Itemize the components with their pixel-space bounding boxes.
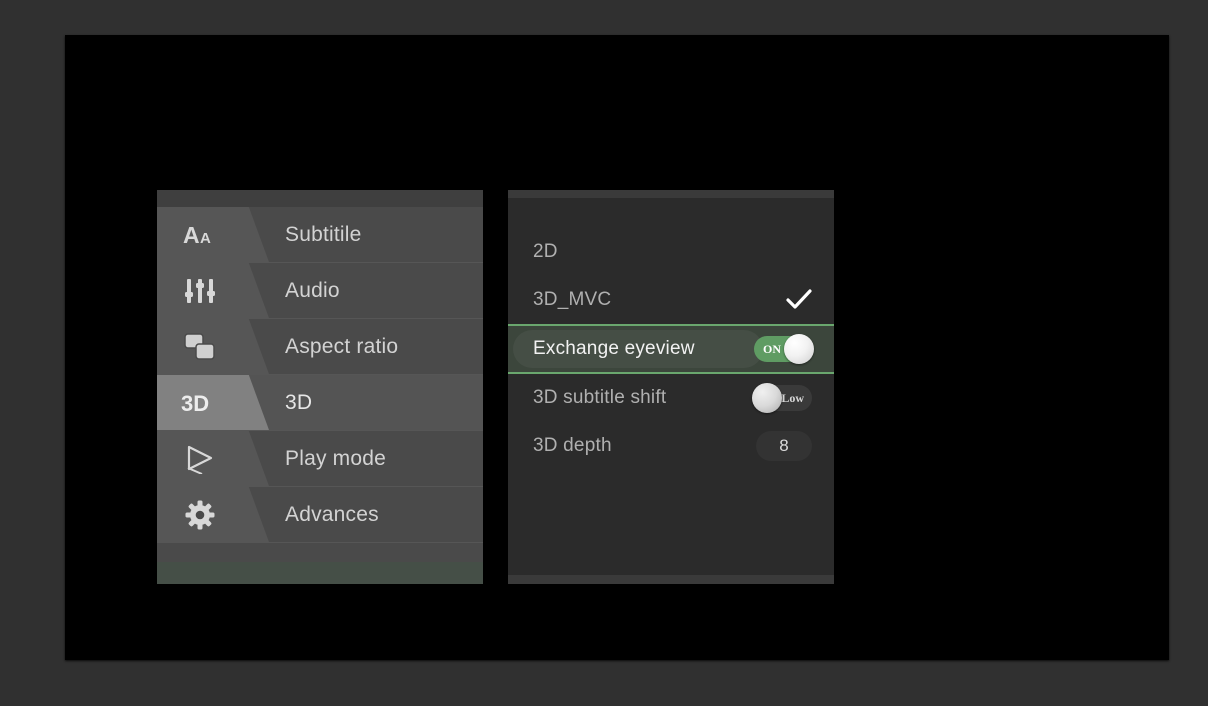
sidebar-item-subtitle[interactable]: A A Subtitile [157, 207, 483, 263]
play-mode-icon [157, 431, 243, 486]
toggle-knob[interactable] [784, 334, 814, 364]
video-playback-area[interactable]: A A Subtitile Audio Aspect ratio 3D 3D P… [65, 35, 1169, 660]
toggle-state-label: ON [763, 341, 781, 356]
options-item-list: 2D 3D_MVC Exchange eyeview ON 3D subtitl… [508, 228, 834, 470]
sidebar-footer-strip [157, 562, 483, 584]
option-control [786, 289, 812, 311]
sidebar-item-label: Aspect ratio [285, 334, 399, 358]
sidebar-item-audio[interactable]: Audio [157, 263, 483, 319]
option-label: 3D_MVC [533, 289, 612, 310]
option-row-3d-depth[interactable]: 3D depth 8 [508, 422, 834, 470]
option-control: ON [754, 334, 814, 364]
options-top-strip [508, 190, 834, 198]
svg-text:A: A [200, 230, 211, 247]
3d-subtitle-shift-toggle[interactable]: Low [752, 383, 812, 413]
sidebar-item-aspect-ratio[interactable]: Aspect ratio [157, 319, 483, 375]
sidebar-item-label: 3D [285, 390, 313, 414]
option-row-3d-mvc[interactable]: 3D_MVC [508, 276, 834, 324]
sidebar-item-label: Play mode [285, 446, 387, 470]
gear-icon [157, 487, 243, 542]
sidebar-item-label: Advances [285, 502, 379, 526]
option-control: 8 [756, 431, 812, 461]
option-row-exchange-eyeview[interactable]: Exchange eyeview ON [508, 324, 834, 374]
sidebar-item-label: Audio [285, 278, 340, 302]
sidebar-item-list: A A Subtitile Audio Aspect ratio 3D 3D P… [157, 207, 483, 543]
option-label: Exchange eyeview [533, 338, 695, 359]
options-footer-strip [508, 575, 834, 584]
3d-depth-value[interactable]: 8 [756, 431, 812, 461]
settings-category-sidebar: A A Subtitile Audio Aspect ratio 3D 3D P… [157, 190, 483, 584]
toggle-knob[interactable] [752, 383, 782, 413]
sidebar-item-advances[interactable]: Advances [157, 487, 483, 543]
sidebar-item-3d[interactable]: 3D 3D [157, 375, 483, 431]
sidebar-item-play-mode[interactable]: Play mode [157, 431, 483, 487]
option-label: 2D [533, 241, 558, 262]
option-row-2d[interactable]: 2D [508, 228, 834, 276]
checkmark-icon [786, 289, 812, 309]
sidebar-item-label: Subtitile [285, 222, 362, 246]
option-row-3d-subtitle-shift[interactable]: 3D subtitle shift Low [508, 374, 834, 422]
sidebar-footer-gap [157, 545, 483, 562]
option-label: 3D subtitle shift [533, 387, 667, 408]
svg-text:A: A [183, 222, 200, 248]
desktop-background: A A Subtitile Audio Aspect ratio 3D 3D P… [0, 0, 1208, 706]
svg-text:3D: 3D [181, 391, 209, 416]
toggle-state-label: Low [781, 390, 804, 405]
three-d-icon: 3D [157, 375, 243, 430]
option-control: Low [752, 383, 812, 413]
audio-faders-icon [157, 263, 243, 318]
exchange-eyeview-toggle[interactable]: ON [754, 334, 814, 364]
3d-options-panel: 2D 3D_MVC Exchange eyeview ON 3D subtitl… [508, 190, 834, 584]
subtitle-font-icon: A A [157, 207, 243, 262]
sidebar-top-strip [157, 190, 483, 207]
option-label: 3D depth [533, 435, 612, 456]
aspect-ratio-icon [157, 319, 243, 374]
